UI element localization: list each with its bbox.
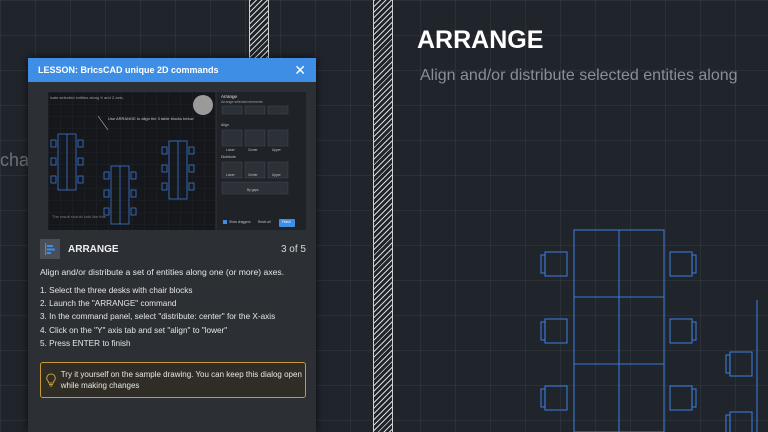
thumb-caption: icate selected entities along X and Z ax…: [50, 95, 124, 100]
list-item: 5. Press ENTER to finish: [40, 338, 131, 348]
instruction-list: 1. Select the three desks with chair blo…: [40, 284, 310, 350]
arrange-icon: [40, 239, 60, 259]
chair-block: [669, 318, 697, 344]
chair-block: [540, 385, 568, 411]
lesson-thumbnail: icate selected entities along X and Z ax…: [48, 92, 306, 230]
thumb-finish: Finish: [282, 220, 291, 224]
tip-text: Try it yourself on the sample drawing. Y…: [60, 370, 302, 390]
chair-block: [725, 351, 753, 377]
step-title: ARRANGE: [68, 243, 119, 255]
step-counter: 3 of 5: [280, 243, 306, 255]
list-item: 1. Select the three desks with chair blo…: [40, 286, 193, 295]
step-header: ARRANGE 3 of 5: [40, 238, 306, 260]
thumb-show-draggers: Show draggers: [229, 220, 251, 224]
thumb-align-center: Center: [248, 148, 258, 152]
list-item: 4. Click on the "Y" axis tab and set "al…: [40, 325, 228, 335]
chair-block: [540, 251, 568, 277]
thumb-distribute-label: Distribute: [221, 155, 236, 159]
thumb-dist-center: Center: [248, 173, 258, 177]
thumb-bottom-note: The result should look like this: [52, 214, 106, 219]
wall-hatch: [373, 0, 393, 432]
lightbulb-icon: [41, 373, 61, 387]
thumb-panel-sub: Arrange selected elements: [221, 100, 263, 104]
tip-box: Try it yourself on the sample drawing. Y…: [40, 362, 306, 398]
dialog-title: LESSON: BricsCAD unique 2D commands: [38, 65, 219, 75]
thumb-panel-title: Arrange: [221, 94, 238, 99]
chair-block: [540, 318, 568, 344]
canvas-subheading: Align and/or distribute selected entitie…: [420, 67, 738, 84]
list-item: 3. In the command panel, select "distrib…: [40, 312, 276, 322]
list-item: 2. Launch the "ARRANGE" command: [40, 299, 177, 309]
thumb-align-label: Align: [221, 123, 229, 127]
thumb-align-upper: Upper: [272, 148, 281, 152]
background-text: cha: [0, 150, 30, 170]
thumb-align-lower: Lower: [226, 148, 235, 152]
thumb-callout: Use ARRANGE to align the 3 table blocks …: [108, 116, 194, 121]
close-icon[interactable]: ✕: [294, 63, 306, 77]
cursor-highlight: [193, 95, 213, 115]
chair-block: [669, 251, 697, 277]
lesson-dialog: LESSON: BricsCAD unique 2D commands ✕ ic…: [28, 58, 316, 432]
thumb-reset-all: Reset all: [258, 220, 271, 224]
chair-block: [669, 385, 697, 411]
dialog-header: LESSON: BricsCAD unique 2D commands ✕: [28, 58, 316, 82]
thumb-by-gaps: By gaps: [247, 188, 259, 192]
thumb-dist-upper: Upper: [272, 173, 281, 177]
chair-block: [725, 411, 753, 432]
thumb-dist-lower: Lower: [226, 173, 235, 177]
canvas-heading: ARRANGE: [417, 26, 544, 54]
step-description: Align and/or distribute a set of entitie…: [40, 267, 285, 277]
